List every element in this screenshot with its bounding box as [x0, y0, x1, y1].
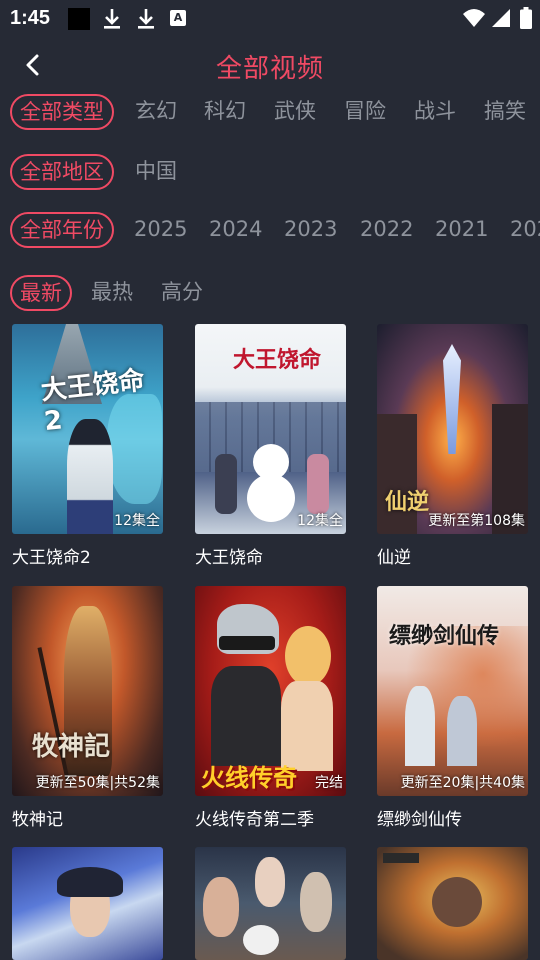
chip-sort-newest[interactable]: 最新 [10, 275, 72, 311]
video-card[interactable]: 大王饶命 12集全 大王饶命 [195, 324, 346, 568]
poster-image: 仙逆 更新至第108集 [377, 324, 528, 534]
episode-badge: 更新至50集|共52集 [35, 775, 160, 791]
video-card[interactable]: 大王饶命2 12集全 大王饶命2 [12, 324, 163, 568]
page-title: 全部视频 [215, 54, 324, 84]
episode-badge: 12集全 [114, 513, 160, 529]
chip-type-maoxian[interactable]: 冒险 [344, 94, 386, 128]
poster-image: 火线传奇 完结 [195, 586, 346, 796]
status-bar: 1:45 A [0, 0, 540, 36]
episode-badge: 更新至20集|共40集 [400, 775, 525, 791]
episode-badge: 更新至第108集 [428, 513, 525, 529]
download-icon [104, 9, 120, 29]
poster-title-art: 仙逆 [385, 490, 430, 515]
video-title: 牧神记 [12, 810, 63, 830]
wifi-icon [463, 9, 485, 27]
filter-row-sort: 最新 最热 高分 [0, 275, 540, 315]
video-card[interactable]: 牧神記 更新至50集|共52集 牧神记 [12, 586, 163, 830]
chip-type-all[interactable]: 全部类型 [10, 94, 114, 130]
poster-image: 牧神記 更新至50集|共52集 [12, 586, 163, 796]
status-time: 1:45 [10, 7, 51, 29]
poster-image [12, 847, 163, 960]
poster-image [195, 847, 346, 960]
video-card[interactable] [12, 847, 163, 960]
chip-type-xuanhuan[interactable]: 玄幻 [135, 94, 177, 128]
poster-title-art: 大王饶命2 [39, 365, 147, 438]
header: 全部视频 [0, 40, 540, 92]
font-app-icon: A [170, 10, 186, 26]
chip-year-2025[interactable]: 2025 [134, 212, 187, 246]
download-icon [138, 9, 154, 29]
chip-type-kehuan[interactable]: 科幻 [204, 94, 246, 128]
chip-year-2024[interactable]: 2024 [209, 212, 262, 246]
video-card[interactable]: 仙逆 更新至第108集 仙逆 [377, 324, 528, 568]
poster-image: 大王饶命 12集全 [195, 324, 346, 534]
battery-icon [520, 7, 532, 29]
chip-type-wuxia[interactable]: 武侠 [274, 94, 316, 128]
poster-image: 缥缈剑仙传 更新至20集|共40集 [377, 586, 528, 796]
chip-region-all[interactable]: 全部地区 [10, 154, 114, 190]
chip-sort-top-rated[interactable]: 高分 [161, 275, 203, 309]
poster-image [377, 847, 528, 960]
episode-badge: 完结 [315, 775, 343, 791]
chip-type-gaoxiao[interactable]: 搞笑 [484, 94, 526, 128]
video-card[interactable] [377, 847, 528, 960]
video-title: 缥缈剑仙传 [377, 810, 462, 830]
chip-region-china[interactable]: 中国 [135, 154, 177, 188]
poster-title-art: 大王饶命 [233, 348, 322, 373]
chip-type-zhandou[interactable]: 战斗 [414, 94, 456, 128]
video-title: 大王饶命2 [12, 548, 91, 568]
notification-app-icon [68, 8, 90, 30]
filter-row-year: 全部年份 2025 2024 2023 2022 2021 202 [0, 212, 540, 252]
video-card[interactable] [195, 847, 346, 960]
filter-row-region: 全部地区 中国 [0, 154, 540, 194]
poster-image: 大王饶命2 12集全 [12, 324, 163, 534]
chip-year-2023[interactable]: 2023 [284, 212, 337, 246]
chip-sort-hottest[interactable]: 最热 [91, 275, 133, 309]
video-title: 仙逆 [377, 548, 411, 568]
chip-year-2020[interactable]: 202 [510, 212, 540, 246]
signal-icon [492, 9, 510, 27]
poster-title-art: 火线传奇 [201, 764, 297, 792]
chip-year-all[interactable]: 全部年份 [10, 212, 114, 248]
chip-year-2022[interactable]: 2022 [360, 212, 413, 246]
video-title: 火线传奇第二季 [195, 810, 314, 830]
episode-badge: 12集全 [297, 513, 343, 529]
video-card[interactable]: 缥缈剑仙传 更新至20集|共40集 缥缈剑仙传 [377, 586, 528, 830]
filter-row-type: 全部类型 玄幻 科幻 武侠 冒险 战斗 搞笑 [0, 94, 540, 134]
chip-year-2021[interactable]: 2021 [435, 212, 488, 246]
video-card[interactable]: 火线传奇 完结 火线传奇第二季 [195, 586, 346, 830]
poster-title-art: 牧神記 [32, 732, 111, 762]
video-title: 大王饶命 [195, 548, 263, 568]
poster-title-art: 缥缈剑仙传 [389, 624, 500, 649]
